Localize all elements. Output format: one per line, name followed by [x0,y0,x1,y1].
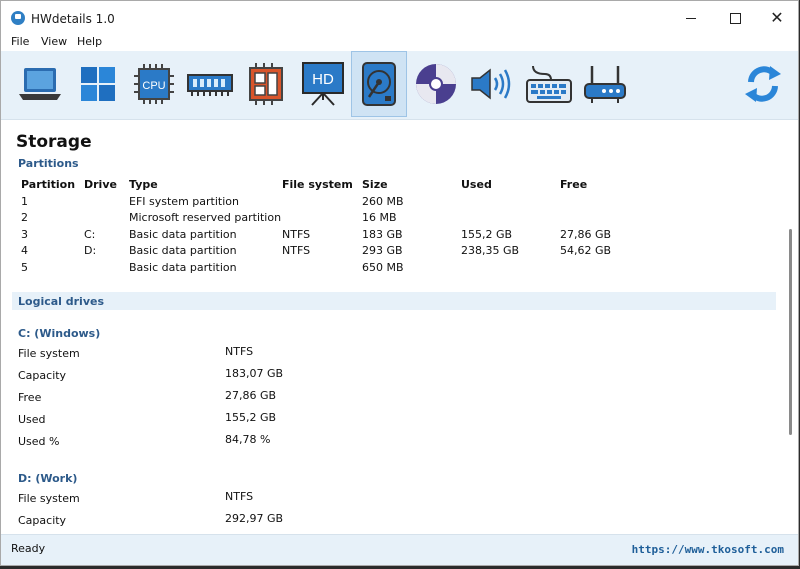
cell-partition: 1 [21,195,28,208]
windows-logo-icon [81,67,115,101]
cell-partition: 3 [21,228,28,241]
menu-bar: File View Help [1,34,798,51]
tb-audio-button[interactable] [466,53,518,115]
prop-label: Used % [18,435,60,448]
prop-value: 292,97 GB [225,512,284,525]
tb-motherboard-button[interactable] [240,53,292,115]
cell-drive: D: [84,244,97,257]
prop-label: File system [18,492,80,505]
partitions-section-label: Partitions [18,157,79,170]
col-type: Type [129,178,158,191]
cell-partition: 5 [21,261,28,274]
toolbar: CPU HD [1,51,798,120]
col-size: Size [362,178,388,191]
display-icon: HD [302,62,344,106]
col-drive: Drive [84,178,117,191]
prop-value: 155,2 GB [225,411,277,424]
menu-file[interactable]: File [11,35,29,48]
tb-os-button[interactable] [72,53,124,115]
cell-used: 238,35 GB [461,244,520,257]
prop-value: NTFS [225,490,254,503]
col-partition: Partition [21,178,76,191]
minimize-icon [686,17,696,19]
content-area: Storage Partitions Partition Drive Type … [1,120,784,532]
cell-free: 27,86 GB [560,228,612,241]
cell-partition: 2 [21,211,28,224]
cell-type: EFI system partition [129,195,239,208]
tb-network-button[interactable] [579,53,631,115]
cell-type: Basic data partition [129,228,237,241]
keyboard-icon [526,65,572,103]
prop-value: 84,78 % [225,433,271,446]
cpu-label: CPU [142,80,165,92]
optical-disc-icon [416,64,456,104]
cell-size: 650 MB [362,261,404,274]
maximize-button[interactable] [713,5,757,31]
prop-label: File system [18,347,80,360]
laptop-icon [19,68,61,100]
cell-type: Basic data partition [129,261,237,274]
refresh-button[interactable] [737,53,789,115]
cell-size: 16 MB [362,211,397,224]
status-bar: Ready https://www.tkosoft.com [1,534,798,565]
cell-free: 54,62 GB [560,244,612,257]
page-title: Storage [16,132,92,152]
app-window: HWdetails 1.0 ✕ File View Help CPU HD St… [0,0,799,566]
prop-label: Used [18,413,46,426]
tb-input-button[interactable] [523,53,575,115]
close-icon: ✕ [770,8,784,27]
close-button[interactable]: ✕ [755,5,798,31]
menu-help[interactable]: Help [77,35,102,48]
refresh-icon [745,66,781,102]
logical-drives-band [12,292,776,310]
website-link[interactable]: https://www.tkosoft.com [632,543,784,556]
cell-type: Basic data partition [129,244,237,257]
app-logo-icon [11,11,25,25]
harddisk-icon [362,62,396,106]
cell-size: 293 GB [362,244,403,257]
col-free: Free [560,178,588,191]
tb-storage-button[interactable] [351,51,407,117]
tb-display-button[interactable]: HD [297,53,349,115]
cell-size: 260 MB [362,195,404,208]
cell-used: 155,2 GB [461,228,513,241]
col-used: Used [461,178,492,191]
tb-system-button[interactable] [14,53,66,115]
tb-cpu-button[interactable]: CPU [128,53,180,115]
cell-file-system: NTFS [282,244,311,257]
router-icon [584,66,626,103]
cpu-icon: CPU [134,64,174,104]
prop-value: NTFS [225,345,254,358]
cell-size: 183 GB [362,228,403,241]
drive-c-heading: C: (Windows) [18,327,101,340]
prop-label: Capacity [18,514,67,527]
prop-label: Capacity [18,369,67,382]
col-file-system: File system [282,178,353,191]
drive-d-heading: D: (Work) [18,472,78,485]
title-bar: HWdetails 1.0 ✕ [1,1,798,34]
hd-label: HD [312,71,334,88]
cell-file-system: NTFS [282,228,311,241]
cell-drive: C: [84,228,96,241]
minimize-button[interactable] [669,5,713,31]
cell-type: Microsoft reserved partition [129,211,282,224]
prop-value: 183,07 GB [225,367,284,380]
tb-optical-button[interactable] [410,53,462,115]
prop-label: Free [18,391,42,404]
memory-icon [187,74,233,96]
motherboard-icon [249,63,283,105]
prop-value: 27,86 GB [225,389,277,402]
tb-memory-button[interactable] [184,53,236,115]
scrollbar-thumb[interactable] [789,229,792,435]
speaker-icon [471,68,511,100]
status-text: Ready [11,542,46,555]
menu-view[interactable]: View [41,35,67,48]
window-title: HWdetails 1.0 [31,12,115,26]
maximize-icon [729,12,741,24]
cell-partition: 4 [21,244,28,257]
logical-drives-section-label: Logical drives [18,295,105,308]
